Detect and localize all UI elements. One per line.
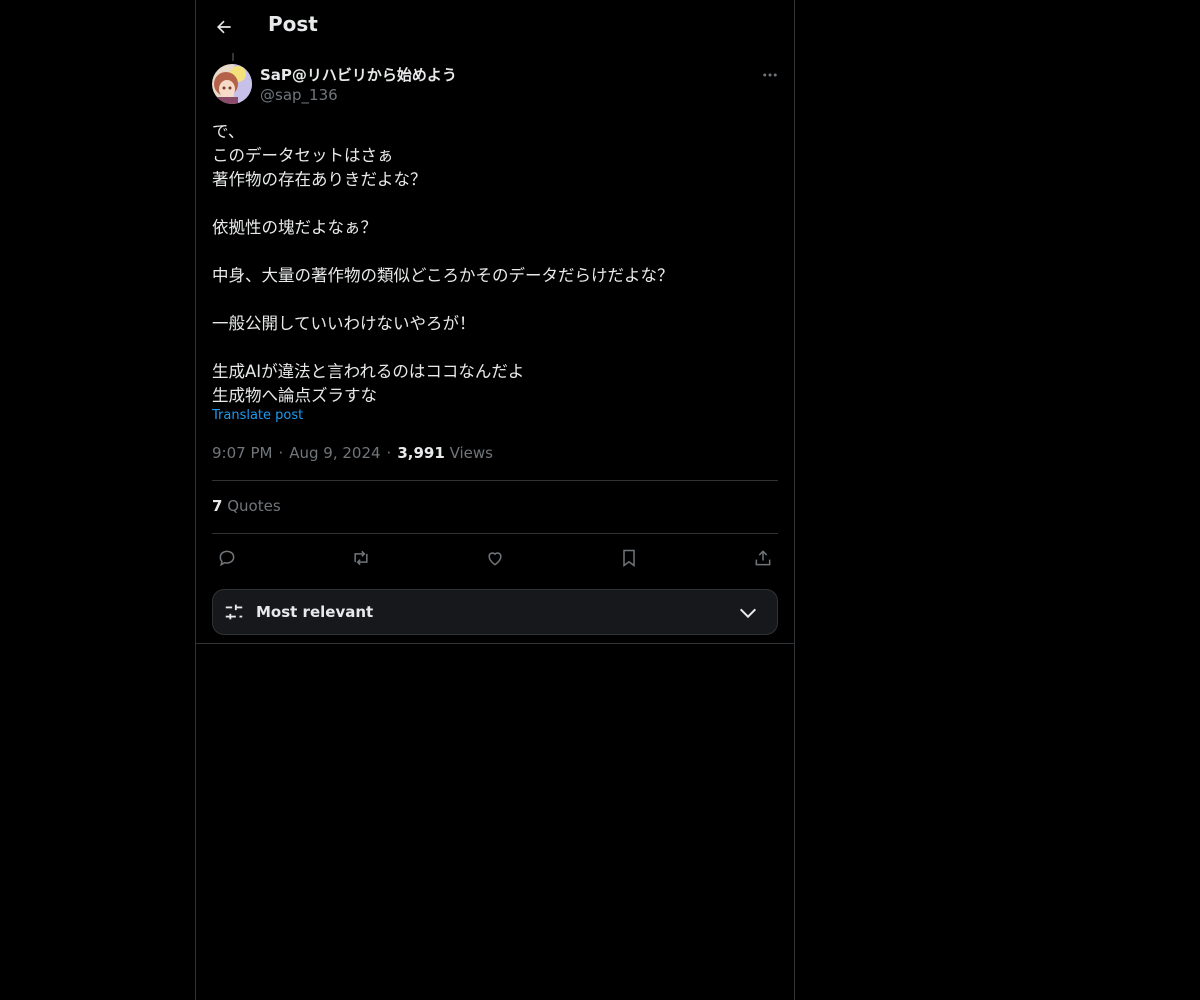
share-icon [755,550,771,566]
divider [212,533,778,534]
post-line: 生成AIが違法と言われるのはココなんだよ [212,362,525,381]
quotes-count: 7 [212,497,223,515]
more-horizontal-icon [763,73,777,77]
bookmark-icon [623,549,635,567]
back-button[interactable] [208,11,240,43]
divider [212,480,778,481]
share-button[interactable] [748,544,778,572]
translate-post-link[interactable]: Translate post [212,408,303,423]
sort-label: Most relevant [256,603,374,621]
quotes-link[interactable]: 7 Quotes [212,497,281,515]
post-line [212,336,778,360]
post-line: 依拠性の塊だよなぁ？ [212,218,377,237]
retweet-button[interactable] [346,544,376,572]
thread-line [232,53,234,61]
arrow-left-icon [217,20,231,34]
post-line: で、 [212,122,245,141]
retweet-icon [354,550,368,566]
post-date[interactable]: Aug 9, 2024 [289,444,380,462]
chevron-down-icon [739,608,757,619]
post-text: で、 このデータセットはさぁ 著作物の存在ありきだよな？ 依拠性の塊だよなぁ？ … [212,120,778,408]
page-title: Post [268,12,318,36]
post-line: このデータセットはさぁ [212,146,394,165]
like-button[interactable] [480,544,510,572]
like-icon [488,552,502,566]
action-bar [212,544,778,572]
post-meta: 9:07 PM · Aug 9, 2024 · 3,991 Views [212,444,493,462]
divider [196,643,794,644]
avatar[interactable] [212,64,252,104]
author-name[interactable]: SaP@リハビリから始めよう [260,64,457,85]
views-label: Views [449,444,493,462]
more-options-button[interactable] [758,64,782,86]
quotes-label: Quotes [227,497,281,515]
post-line [212,288,778,312]
post-line: 一般公開していいわけないやろが！ [212,314,476,333]
post-line [212,192,778,216]
meta-separator: · [278,444,284,462]
top-bar: Post [196,0,794,53]
main-column: Post SaP@リハビリから始めよう @sap_136 で、 このデータセット… [195,0,795,1000]
avatar-image [212,64,252,104]
post-time[interactable]: 9:07 PM [212,444,272,462]
sort-replies-dropdown[interactable]: Most relevant [212,589,778,635]
sliders-icon [225,604,243,620]
post-line: 生成物へ論点ズラすな [212,386,377,405]
views-count: 3,991 [397,444,445,462]
meta-separator: · [386,444,392,462]
reply-button[interactable] [212,544,242,572]
bookmark-button[interactable] [614,544,644,572]
post-line: 著作物の存在ありきだよな？ [212,170,427,189]
author-handle[interactable]: @sap_136 [260,86,338,104]
post-line [212,240,778,264]
reply-icon [219,550,235,567]
post-line: 中身、大量の著作物の類似どころかそのデータだらけだよな？ [212,266,674,285]
